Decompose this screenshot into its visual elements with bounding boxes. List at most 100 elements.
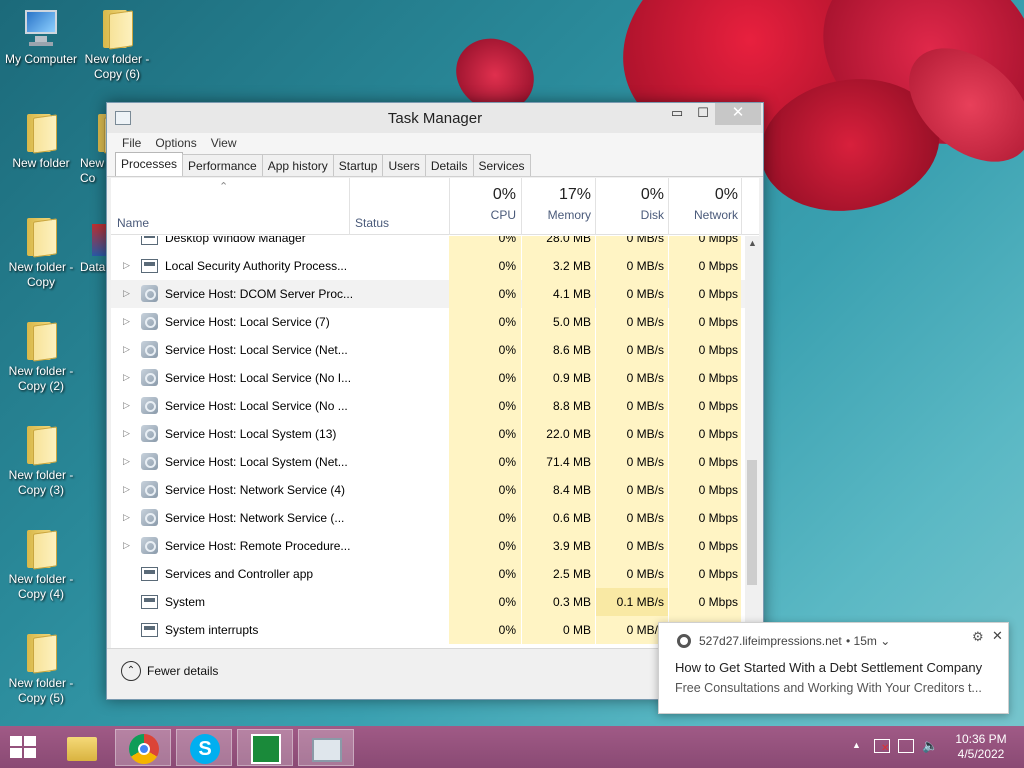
tab-strip: Processes Performance App history Startu… [107,152,763,177]
desktop-icon-partial[interactable]: Data [80,224,106,275]
process-row[interactable]: ▷ Service Host: Local Service (No I... 0% 0… [111,364,745,392]
process-row[interactable]: System 0% 0.3 MB 0.1 MB/s 0 Mbps [111,588,745,616]
process-memory: 71.4 MB [522,448,595,476]
service-host-icon [141,481,158,498]
service-host-icon [141,341,158,358]
process-name: Service Host: Local Service (7) [165,315,330,329]
folder-icon [25,216,57,258]
desktop-icon-partial[interactable]: New Co [80,112,106,186]
tab-performance[interactable]: Performance [182,154,263,176]
chevron-up-icon[interactable]: ⌃ [121,661,141,681]
column-header-disk[interactable]: 0% Disk [596,178,668,222]
process-row[interactable]: ▷ Service Host: Local System (Net... 0% 71.… [111,448,745,476]
notification-toast[interactable]: 527d27.lifeimpressions.net • 15m ⌄ ⚙ ✕ H… [658,622,1009,714]
menu-file[interactable]: File [115,133,148,153]
process-row[interactable]: ▷ Service Host: Local Service (7) 0% 5.0 MB… [111,308,745,336]
taskbar-skype[interactable]: S [176,729,232,766]
taskbar-stock-app[interactable] [237,729,293,766]
expand-arrow-icon[interactable]: ▷ [123,484,130,495]
process-row[interactable]: Services and Controller app 0% 2.5 MB 0 MB/… [111,560,745,588]
process-row[interactable]: ▷ Service Host: DCOM Server Proc... 0% 4.1 … [111,280,745,308]
folder-icon [25,320,57,362]
taskbar-file-explorer[interactable] [54,729,110,766]
process-name: Local Security Authority Process... [165,259,348,273]
process-memory: 0.3 MB [522,588,595,616]
process-name: Service Host: Remote Procedure... [165,539,351,553]
tab-details[interactable]: Details [424,154,474,176]
menu-options[interactable]: Options [148,133,203,153]
taskbar-chrome[interactable] [115,729,171,766]
process-row[interactable]: ▷ Local Security Authority Process... 0% 3.… [111,252,745,280]
column-header-cpu[interactable]: 0% CPU [449,178,521,222]
maximize-button[interactable]: ☐ [689,103,717,125]
skype-icon: S [190,734,220,764]
close-icon[interactable]: ✕ [992,628,1003,644]
expand-arrow-icon[interactable]: ▷ [123,512,130,523]
tab-startup[interactable]: Startup [332,154,384,176]
process-row[interactable]: ▷ Service Host: Local Service (Net... 0% 8.… [111,336,745,364]
tab-users[interactable]: Users [382,154,426,176]
scroll-thumb[interactable] [747,460,757,585]
service-host-icon [141,509,158,526]
column-header-memory[interactable]: 17% Memory [522,178,595,222]
service-host-icon [141,397,158,414]
shortcut-icon [92,224,106,256]
tab-processes[interactable]: Processes [115,152,184,176]
taskbar-task-manager[interactable] [298,729,354,766]
process-row[interactable]: Desktop Window Manager 0% 28.0 MB 0 MB/s 0 M… [111,236,745,252]
process-cpu: 0% [449,616,521,644]
expand-arrow-icon[interactable]: ▷ [123,456,130,467]
expand-arrow-icon[interactable]: ▷ [123,316,130,327]
start-button[interactable] [10,736,38,758]
network-icon[interactable] [898,739,914,753]
desktop-icon-folder[interactable]: New folder [0,112,82,171]
action-center-icon[interactable]: ✕ [874,739,890,754]
cpu-label: CPU [490,208,516,222]
process-row[interactable]: ▷ Service Host: Local System (13) 0% 22.0 M… [111,420,745,448]
desktop-icon-folder[interactable]: New folder - Copy (6) [76,8,158,82]
expand-arrow-icon[interactable]: ▷ [123,400,130,411]
expand-arrow-icon[interactable]: ▷ [123,428,130,439]
expand-arrow-icon[interactable]: ▷ [123,260,130,271]
tab-services[interactable]: Services [472,154,531,176]
process-row[interactable]: System interrupts0%0 MB0 MB/s0 Mbps [111,616,745,644]
scroll-up-arrow-icon[interactable]: ▲ [748,238,757,248]
menu-view[interactable]: View [204,133,244,153]
show-hidden-icons-icon[interactable]: ▲ [852,740,861,750]
process-rows: Desktop Window Manager 0% 28.0 MB 0 MB/s 0 M… [111,236,745,646]
tab-app-history[interactable]: App history [261,154,334,176]
process-row[interactable]: ▷ Service Host: Network Service (4) 0% 8.4 … [111,476,745,504]
column-header-name[interactable]: Name [117,216,149,230]
expand-arrow-icon[interactable]: ▷ [123,372,130,383]
process-row[interactable]: ▷ Service Host: Network Service (... 0% 0.6… [111,504,745,532]
vertical-scrollbar[interactable]: ▲ [745,236,759,646]
expand-arrow-icon[interactable]: ▷ [123,288,130,299]
notification-time[interactable]: • 15m ⌄ [846,634,890,648]
process-name: Service Host: Local Service (No ... [165,399,348,413]
desktop-icon-folder[interactable]: New folder - Copy [0,216,82,290]
expand-arrow-icon[interactable]: ▷ [123,540,130,551]
column-header-network[interactable]: 0% Network [669,178,741,222]
clock-date: 4/5/2022 [957,747,1005,761]
process-row[interactable]: ▷ Service Host: Local Service (No ... 0% 8.… [111,392,745,420]
desktop-icon-my-computer[interactable]: My Computer [0,8,82,67]
close-button[interactable]: ✕ [715,103,761,125]
volume-muted-icon[interactable]: 🔈 [922,738,938,754]
expand-arrow-icon[interactable]: ▷ [123,344,130,355]
desktop-icon-folder[interactable]: New folder - Copy (5) [0,632,82,706]
system-clock[interactable]: 10:36 PM 4/5/2022 [948,732,1014,762]
desktop-icon-folder[interactable]: New folder - Copy (4) [0,528,82,602]
process-name: Service Host: Local System (Net... [165,455,348,469]
process-memory: 4.1 MB [522,280,595,308]
process-memory: 2.5 MB [522,560,595,588]
desktop-icon-label: New folder - Copy (6) [84,52,150,81]
process-cpu: 0% [449,476,521,504]
title-bar[interactable]: Task Manager ▭ ☐ ✕ [107,103,763,133]
gear-icon[interactable]: ⚙ [972,629,984,645]
desktop-icon-folder[interactable]: New folder - Copy (2) [0,320,82,394]
minimize-button[interactable]: ▭ [663,103,691,125]
column-header-status[interactable]: Status [355,216,389,230]
process-row[interactable]: ▷ Service Host: Remote Procedure... 0% 3.9 … [111,532,745,560]
fewer-details-link[interactable]: Fewer details [147,664,218,678]
desktop-icon-folder[interactable]: New folder - Copy (3) [0,424,82,498]
